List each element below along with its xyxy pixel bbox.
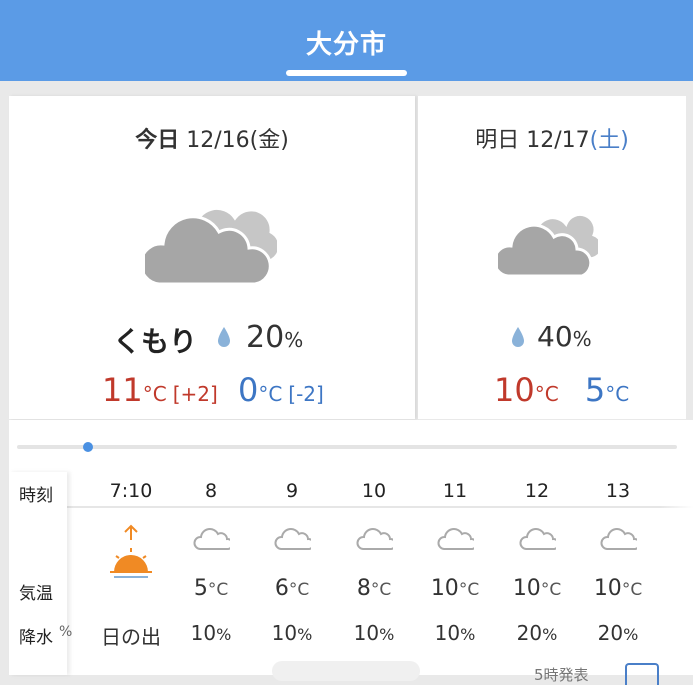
hour-time: 9	[285, 480, 299, 502]
hour-precip: 10%	[353, 621, 395, 645]
hour-precip: 10%	[190, 621, 232, 645]
scroll-thumb[interactable]	[83, 442, 93, 452]
scroll-track[interactable]	[17, 445, 677, 449]
high-temp: 11	[102, 371, 143, 409]
row-label-temp: 気温	[19, 584, 53, 604]
hour-precip: 20%	[597, 621, 639, 645]
hour-precip: 10%	[271, 621, 313, 645]
hour-time: 8	[204, 480, 218, 502]
hour-precip: 10%	[434, 621, 476, 645]
precip-probability: 20%	[246, 320, 304, 355]
precip-probability: 40%	[537, 320, 592, 353]
app-header: 大分市	[0, 0, 693, 81]
hour-time: 12	[524, 480, 550, 502]
cloud-icon	[519, 528, 556, 550]
cloudy-icon	[498, 212, 598, 278]
cloud-icon	[437, 528, 474, 550]
high-temp: 10	[494, 371, 535, 409]
hour-precip: 日の出	[101, 625, 161, 649]
today-temps: 11°C [+2] 0°C [-2]	[102, 371, 324, 409]
low-temp: 5	[584, 371, 606, 409]
cloud-icon	[600, 528, 637, 550]
cloud-icon	[274, 528, 311, 550]
right-fade	[660, 466, 693, 675]
hour-temp: 10°C	[430, 576, 480, 601]
cloudy-icon	[145, 207, 277, 286]
sunrise-icon	[110, 524, 152, 578]
low-temp: 0	[237, 371, 259, 409]
row-label-rain: 降水	[19, 628, 53, 648]
hour-time: 7:10	[109, 480, 153, 502]
cloud-icon	[193, 528, 230, 550]
today-forecast-card[interactable]: 今日 12/16(金) くもり 20% 11°C [+2] 0°C [-2]	[9, 96, 415, 419]
high-temp-diff: [+2]	[172, 382, 218, 406]
hour-precip: 20%	[516, 621, 558, 645]
raindrop-icon	[512, 327, 524, 347]
hour-temp: 10°C	[512, 576, 562, 601]
raindrop-icon	[218, 327, 230, 347]
bottom-toggle[interactable]	[272, 661, 420, 681]
low-temp-diff: [-2]	[288, 382, 324, 406]
hour-time: 13	[605, 480, 631, 502]
row-label-time: 時刻	[19, 486, 53, 506]
hour-temp: 5°C	[193, 576, 229, 601]
hour-temp: 10°C	[593, 576, 643, 601]
active-tab-indicator	[286, 70, 407, 76]
weather-condition: くもり	[113, 325, 198, 358]
hour-time: 11	[442, 480, 468, 502]
hour-temp: 6°C	[274, 576, 310, 601]
tomorrow-temps: 10°C 5°C	[494, 371, 630, 409]
expand-button[interactable]	[625, 663, 659, 685]
tomorrow-date: 明日 12/17(土)	[475, 128, 629, 153]
city-tab[interactable]: 大分市	[0, 24, 693, 61]
tomorrow-forecast-card[interactable]: 明日 12/17(土) 40% 10°C 5°C	[418, 96, 686, 419]
header-divider	[67, 506, 693, 508]
hour-time: 10	[361, 480, 387, 502]
cut-rain-unit: %	[59, 624, 73, 640]
hour-temp: 8°C	[356, 576, 392, 601]
today-date: 今日 12/16(金)	[135, 128, 289, 153]
cloud-icon	[356, 528, 393, 550]
